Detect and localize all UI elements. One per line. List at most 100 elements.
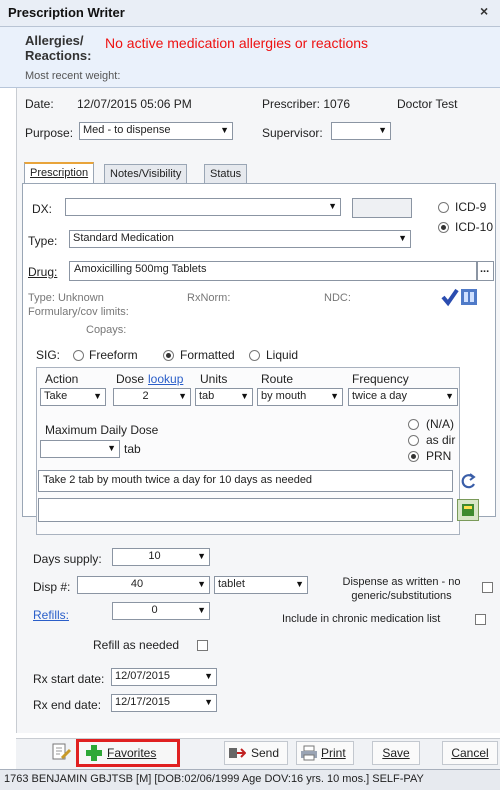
doctor-name: Doctor Test — [397, 97, 458, 111]
dose-select[interactable]: 2 ▼ — [113, 388, 191, 406]
cancel-label: Cancel — [451, 746, 489, 760]
refills-select[interactable]: 0 ▼ — [112, 602, 210, 620]
formulary-check-icon[interactable] — [441, 287, 481, 307]
chevron-down-icon: ▼ — [204, 671, 213, 681]
sig-freeform-radio[interactable] — [73, 350, 84, 361]
sig-text-output[interactable]: Take 2 tab by mouth twice a day for 10 d… — [38, 470, 453, 492]
favorites-button[interactable]: Favorites — [76, 739, 180, 767]
rxnorm-label: RxNorm: — [187, 292, 231, 304]
refill-needed-checkbox[interactable] — [197, 640, 208, 651]
prn-na-radio[interactable] — [408, 419, 419, 430]
action-select[interactable]: Take ▼ — [40, 388, 106, 406]
weight-label: Most recent weight: — [25, 70, 121, 82]
window-title: Prescription Writer — [8, 5, 125, 20]
sig-formatted-radio[interactable] — [163, 350, 174, 361]
date-value: 12/07/2015 05:06 PM — [77, 97, 192, 111]
favorites-label: Favorites — [107, 746, 157, 760]
patient-status-text: 1763 BENJAMIN GBJTSB [M] [DOB:02/06/1999… — [4, 773, 424, 785]
icd10-label: ICD-10 — [455, 220, 494, 234]
dose-lookup-link[interactable]: lookup — [148, 372, 183, 386]
refill-needed-label: Refill as needed — [93, 638, 180, 652]
sig-label: SIG: — [36, 348, 61, 362]
rx-start-label: Rx start date: — [33, 672, 105, 686]
icd9-label: ICD-9 — [455, 200, 487, 214]
disp-quantity-value: 40 — [130, 578, 144, 590]
chronic-checkbox[interactable] — [475, 614, 486, 625]
chevron-down-icon: ▼ — [240, 391, 249, 401]
book-icon[interactable] — [457, 499, 479, 521]
disp-unit-value: tablet — [218, 578, 245, 590]
frequency-value: twice a day — [352, 390, 408, 402]
rx-start-date-select[interactable]: 12/07/2015 ▼ — [111, 668, 217, 686]
formulary-label: Formulary/cov limits: — [28, 306, 129, 318]
purpose-select[interactable]: Med - to dispense ▼ — [79, 122, 233, 140]
daw-checkbox[interactable] — [482, 582, 493, 593]
max-daily-dose-label: Maximum Daily Dose — [45, 423, 159, 437]
supervisor-label: Supervisor: — [262, 126, 323, 140]
units-select[interactable]: tab ▼ — [195, 388, 253, 406]
sig-freeform-label: Freeform — [89, 348, 138, 362]
type-select[interactable]: Standard Medication ▼ — [69, 230, 411, 248]
refresh-sig-icon[interactable] — [458, 472, 478, 492]
frequency-select[interactable]: twice a day ▼ — [348, 388, 458, 406]
ndc-label: NDC: — [324, 292, 351, 304]
disp-quantity-select[interactable]: 40 ▼ — [77, 576, 210, 594]
chevron-down-icon: ▼ — [220, 125, 229, 135]
allergies-label: Allergies/ Reactions: — [25, 33, 92, 63]
icd9-radio[interactable] — [438, 202, 449, 213]
tab-prescription-label: Prescription — [30, 167, 89, 179]
cancel-button[interactable]: Cancel — [442, 741, 498, 765]
sig-text-secondary[interactable] — [38, 498, 453, 522]
max-daily-dose-select[interactable]: ▼ — [40, 440, 120, 458]
dx-code-field[interactable] — [352, 198, 412, 218]
col-dose: Dose — [116, 372, 145, 386]
drug-more-button[interactable]: ... — [477, 261, 494, 281]
route-value: by mouth — [261, 390, 307, 402]
tab-notes-visibility[interactable]: Notes/Visibility — [104, 164, 188, 184]
dx-label: DX: — [32, 202, 53, 216]
chevron-down-icon: ▼ — [398, 233, 407, 243]
units-value: tab — [199, 390, 215, 402]
daw-label: Dispense as written - no generic/substit… — [342, 576, 461, 602]
prn-prn-radio[interactable] — [408, 451, 419, 462]
save-button[interactable]: Save — [372, 741, 420, 765]
tab-status[interactable]: Status — [204, 164, 248, 184]
chevron-down-icon: ▼ — [178, 391, 187, 401]
copays-label: Copays: — [86, 324, 127, 336]
print-label: Print — [321, 746, 346, 760]
route-select[interactable]: by mouth ▼ — [257, 388, 343, 406]
prescriber-label: Prescriber: 1076 — [262, 97, 351, 111]
prn-asdir-radio[interactable] — [408, 435, 419, 446]
max-daily-dose-unit: tab — [124, 442, 141, 456]
prn-na-label: (N/A) — [426, 417, 454, 431]
disp-label: Disp #: — [33, 580, 71, 594]
chevron-down-icon: ▼ — [93, 391, 102, 401]
days-supply-select[interactable]: 10 ▼ — [112, 548, 210, 566]
prn-prn-label: PRN — [426, 449, 452, 463]
chevron-down-icon: ▼ — [204, 697, 213, 707]
close-button[interactable]: × — [480, 3, 488, 19]
print-button[interactable]: Print — [296, 741, 354, 765]
supervisor-select[interactable]: ▼ — [331, 122, 391, 140]
chevron-down-icon: ▼ — [328, 201, 337, 211]
chevron-down-icon: ▼ — [445, 391, 454, 401]
refills-link[interactable]: Refills: — [33, 608, 69, 622]
chevron-down-icon: ▼ — [197, 551, 206, 561]
days-supply-label: Days supply: — [33, 552, 102, 566]
icd10-radio[interactable] — [438, 222, 449, 233]
date-label: Date: — [25, 97, 54, 111]
dx-select[interactable]: ▼ — [65, 198, 341, 216]
tab-prescription[interactable]: Prescription — [24, 162, 95, 184]
disp-unit-select[interactable]: tablet ▼ — [214, 576, 308, 594]
prescription-pad-icon[interactable] — [50, 742, 72, 762]
send-button[interactable]: Send — [224, 741, 288, 765]
rx-start-value: 12/07/2015 — [115, 670, 171, 682]
sig-liquid-radio[interactable] — [249, 350, 260, 361]
col-action: Action — [45, 372, 79, 386]
drug-input[interactable]: Amoxicilling 500mg Tablets — [69, 261, 477, 281]
tab-status-label: Status — [210, 168, 242, 180]
refills-value: 0 — [151, 604, 158, 616]
type-label: Type: — [28, 234, 58, 248]
drug-label: Drug: — [28, 265, 58, 279]
rx-end-date-select[interactable]: 12/17/2015 ▼ — [111, 694, 217, 712]
